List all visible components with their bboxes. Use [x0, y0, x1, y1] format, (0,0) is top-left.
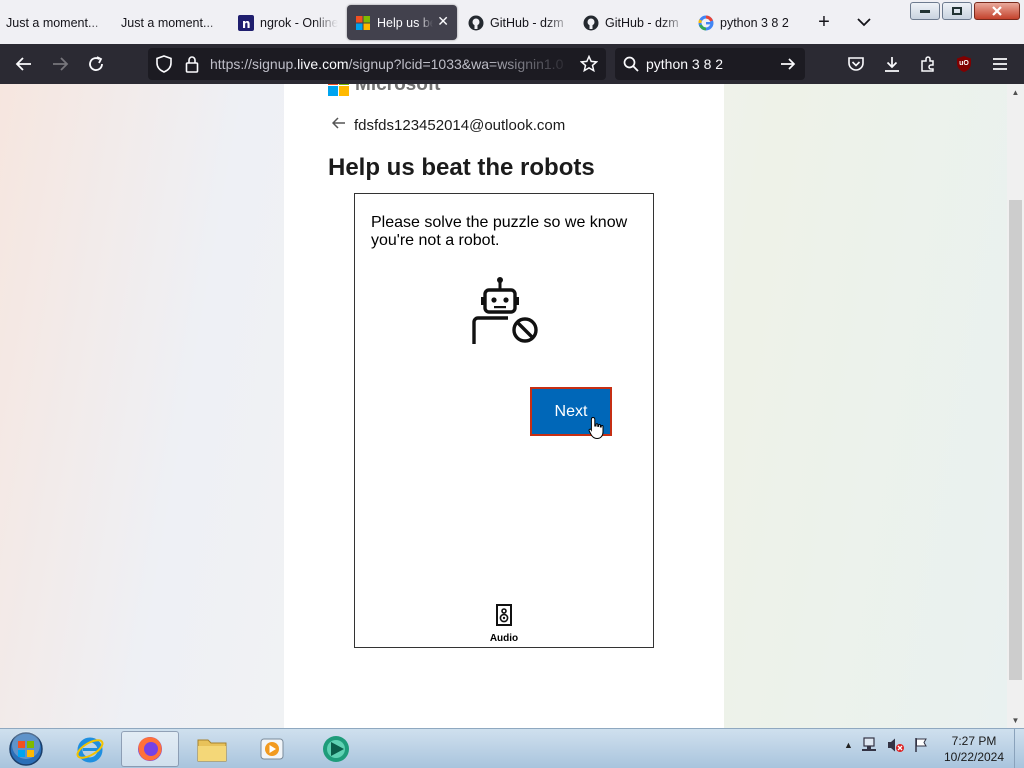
svg-text:n: n — [242, 17, 251, 31]
reload-button[interactable] — [84, 52, 108, 76]
tab-just-a-moment-1[interactable]: Just a moment... — [6, 5, 114, 40]
microsoft-icon — [355, 15, 371, 31]
speaker-icon — [496, 604, 512, 626]
scroll-up-arrow-icon[interactable]: ▲ — [1007, 84, 1024, 100]
list-all-tabs-button[interactable] — [850, 9, 878, 35]
extensions-puzzle-icon[interactable] — [916, 52, 940, 76]
internet-explorer-taskbar-button[interactable] — [61, 731, 119, 767]
taskbar-clock[interactable]: 7:27 PM 10/22/2024 — [940, 733, 1008, 765]
back-arrow-icon[interactable] — [331, 116, 346, 134]
search-input[interactable]: python 3 8 2 — [646, 56, 723, 72]
file-explorer-taskbar-button[interactable] — [183, 731, 241, 767]
back-button[interactable] — [12, 52, 36, 76]
media-player-icon — [260, 738, 284, 760]
tab-label: Help us beat — [377, 15, 433, 30]
url-host: live.com — [297, 56, 349, 72]
url-bar[interactable]: https://signup.live.com/signup?lcid=1033… — [148, 48, 606, 80]
blocked-robot-icon — [470, 276, 542, 351]
navigation-toolbar: https://signup.live.com/signup?lcid=1033… — [0, 44, 1024, 84]
network-icon[interactable] — [861, 737, 879, 753]
mouse-pointer-hand-icon — [588, 416, 606, 445]
new-tab-button[interactable]: + — [810, 9, 838, 35]
identity-email: fdsfds123452014@outlook.com — [354, 116, 566, 134]
shield-icon[interactable] — [152, 52, 176, 76]
start-button[interactable] — [6, 731, 46, 767]
url-text: https://signup.live.com/signup?lcid=1033… — [210, 56, 574, 72]
audio-challenge-button[interactable]: Audio — [489, 604, 519, 644]
tab-label: Just a moment... — [6, 15, 99, 30]
internet-explorer-icon — [76, 737, 104, 763]
search-bar[interactable]: python 3 8 2 — [615, 48, 805, 80]
tab-label: GitHub - dzm — [490, 15, 564, 30]
identity-banner[interactable]: fdsfds123452014@outlook.com — [331, 116, 566, 134]
search-go-arrow-icon[interactable] — [776, 52, 800, 76]
tab-github-2[interactable]: GitHub - dzm — [583, 5, 687, 40]
forward-button[interactable] — [48, 52, 72, 76]
close-window-button[interactable] — [974, 2, 1020, 20]
pocket-icon[interactable] — [844, 52, 868, 76]
microsoft-logo-icon — [328, 84, 349, 96]
tab-label: ngrok - Online — [260, 15, 338, 30]
tab-label: GitHub - dzm — [605, 15, 679, 30]
clock-time: 7:27 PM — [951, 734, 997, 748]
window-controls — [910, 2, 1020, 20]
bookmark-star-icon[interactable] — [577, 52, 601, 76]
github-icon — [583, 15, 599, 31]
microsoft-logo: Microsoft — [328, 84, 441, 96]
downloads-icon[interactable] — [880, 52, 904, 76]
tab-help-us-beat[interactable]: Help us beat ✕ — [347, 5, 457, 40]
ublock-origin-icon[interactable]: uO — [952, 52, 976, 76]
signup-card: Microsoft fdsfds123452014@outlook.com He… — [284, 84, 724, 728]
url-prefix: https://signup. — [210, 56, 298, 72]
tab-strip: Just a moment... Just a moment... n ngro… — [0, 0, 1024, 44]
tab-github-1[interactable]: GitHub - dzm — [468, 5, 572, 40]
extension-badge: uO — [959, 60, 969, 67]
search-icon — [619, 52, 643, 76]
firefox-icon — [138, 737, 162, 761]
url-suffix: /signup?lcid=1033&wa=wsignin1.0 — [348, 56, 564, 72]
green-app-icon — [323, 736, 349, 762]
tab-ngrok[interactable]: n ngrok - Online — [238, 5, 338, 40]
app-taskbar-button[interactable] — [307, 731, 365, 767]
tab-label: python 3 8 2 — [720, 15, 789, 30]
folder-icon — [197, 739, 227, 762]
windows-taskbar: ▲ 7:27 PM 10/22/2024 — [0, 728, 1024, 768]
minimize-button[interactable] — [910, 2, 940, 20]
system-tray: ▲ — [844, 737, 929, 753]
page-title: Help us beat the robots — [328, 154, 595, 181]
tab-just-a-moment-2[interactable]: Just a moment... — [121, 5, 231, 40]
puzzle-instructions: Please solve the puzzle so we know you'r… — [371, 214, 628, 249]
page-viewport: Microsoft fdsfds123452014@outlook.com He… — [0, 84, 1007, 728]
google-icon — [698, 15, 714, 31]
show-hidden-icons-arrow-icon[interactable]: ▲ — [844, 740, 853, 750]
volume-muted-icon[interactable] — [887, 737, 905, 753]
audio-label: Audio — [489, 633, 519, 644]
menu-hamburger-icon[interactable] — [988, 52, 1012, 76]
scrollbar-thumb[interactable] — [1009, 200, 1022, 680]
restore-button[interactable] — [942, 2, 972, 20]
media-player-taskbar-button[interactable] — [243, 731, 301, 767]
firefox-taskbar-button[interactable] — [121, 731, 179, 767]
action-center-flag-icon[interactable] — [913, 737, 929, 753]
clock-date: 10/22/2024 — [943, 750, 1005, 764]
page-scrollbar[interactable]: ▲ ▼ — [1007, 84, 1024, 728]
logo-text: Microsoft — [355, 84, 441, 95]
lock-icon[interactable] — [180, 52, 204, 76]
github-icon — [468, 15, 484, 31]
captcha-frame: Please solve the puzzle so we know you'r… — [354, 193, 654, 648]
close-tab-icon[interactable]: ✕ — [437, 13, 449, 30]
show-desktop-button[interactable] — [1014, 729, 1024, 768]
ngrok-icon: n — [238, 14, 254, 31]
tab-label: Just a moment... — [121, 15, 214, 30]
scroll-down-arrow-icon[interactable]: ▼ — [1007, 712, 1024, 728]
tab-python-search[interactable]: python 3 8 2 — [698, 5, 798, 40]
